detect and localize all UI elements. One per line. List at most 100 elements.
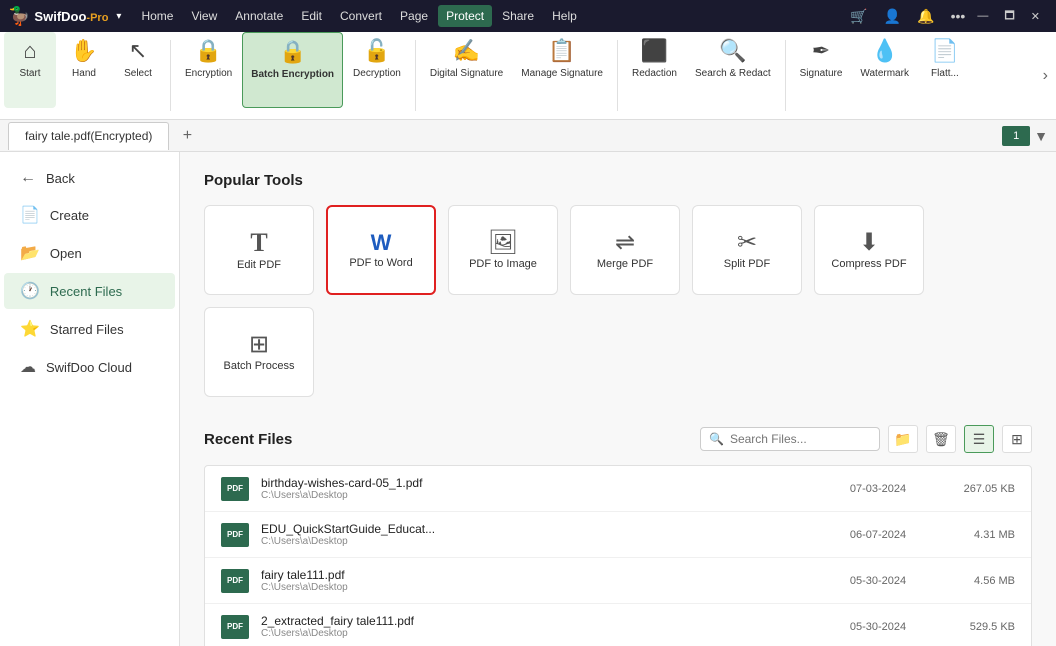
minimize-button[interactable]: — [969,7,996,25]
ribbon-more[interactable]: › [1039,32,1052,119]
sidebar-item-cloud[interactable]: ☁ SwifDoo Cloud [4,349,175,385]
tool-compress-pdf[interactable]: ⬇ Compress PDF [814,205,924,295]
file-row[interactable]: PDF fairy tale111.pdf C:\Users\a\Desktop… [205,558,1031,604]
ribbon-redaction[interactable]: ⬛ Redaction [624,32,685,108]
sidebar-item-starred-files[interactable]: ⭐ Starred Files [4,311,175,347]
ribbon-decryption[interactable]: 🔓 Decryption [345,32,409,108]
pdf-to-word-icon: W [371,230,392,256]
sidebar-item-recent-files-label: Recent Files [50,284,122,299]
recent-files-icon: 🕐 [20,281,40,301]
ribbon-start[interactable]: ⌂ Start [4,32,56,108]
signature-icon: ✒ [812,38,830,64]
file-row[interactable]: PDF birthday-wishes-card-05_1.pdf C:\Use… [205,466,1031,512]
recent-files-header: Recent Files 🔍 📁 🗑 ☰ ⊞ [204,425,1032,453]
menu-help[interactable]: Help [544,5,585,27]
compress-pdf-label: Compress PDF [831,257,906,271]
tool-pdf-to-image[interactable]: 🖼 PDF to Image [448,205,558,295]
menu-home[interactable]: Home [133,5,181,27]
tab-bar: fairy tale.pdf(Encrypted) + 1 ▼ [0,120,1056,152]
cart-icon[interactable]: 🛒 [846,6,871,27]
menu-convert[interactable]: Convert [332,5,390,27]
ribbon-manage-signature-label: Manage Signature [521,68,603,80]
ribbon-search-redact[interactable]: 🔍 Search & Redact [687,32,779,108]
close-button[interactable]: ✕ [1023,7,1048,26]
file-path: C:\Users\a\Desktop [261,582,821,593]
file-info: EDU_QuickStartGuide_Educat... C:\Users\a… [261,522,821,547]
ribbon-batch-encryption-label: Batch Encryption [251,69,334,81]
pdf-to-image-label: PDF to Image [469,257,537,271]
tab-add-button[interactable]: + [173,122,201,150]
file-size: 529.5 KB [935,621,1015,633]
ribbon-batch-encryption[interactable]: 🔒 Batch Encryption [242,32,343,108]
pdf-to-word-label: PDF to Word [349,256,412,270]
app-dropdown[interactable]: ▾ [116,11,121,22]
file-grid-view-button[interactable]: ⊞ [1002,425,1032,453]
ribbon-items: ⌂ Start ✋ Hand ↖ Select 🔒 Encryption 🔒 B… [4,32,1039,119]
user-icon[interactable]: 👤 [880,6,905,27]
menu-protect[interactable]: Protect [438,5,492,27]
sidebar-item-starred-files-label: Starred Files [50,322,124,337]
ribbon-digital-signature[interactable]: ✍ Digital Signature [422,32,511,108]
file-path: C:\Users\a\Desktop [261,490,821,501]
notification-icon[interactable]: 🔔 [913,6,938,27]
tab-nav-up[interactable]: ▼ [1034,128,1048,144]
maximize-button[interactable]: 🗖 [996,4,1022,29]
file-name: fairy tale111.pdf [261,568,821,582]
ribbon-flatten[interactable]: 📄 Flatt... [919,32,971,108]
ribbon-digital-signature-label: Digital Signature [430,68,503,80]
menu-page[interactable]: Page [392,5,436,27]
sidebar-item-create[interactable]: 📄 Create [4,197,175,233]
menu-edit[interactable]: Edit [293,5,330,27]
ribbon-watermark[interactable]: 💧 Watermark [852,32,917,108]
menu-share[interactable]: Share [494,5,542,27]
file-delete-button[interactable]: 🗑 [926,425,956,453]
ribbon-start-label: Start [19,68,40,80]
ribbon-divider2 [415,40,416,111]
tool-batch-process[interactable]: ⊞ Batch Process [204,307,314,397]
ribbon-signature-label: Signature [800,68,843,80]
tab-fairy-tale[interactable]: fairy tale.pdf(Encrypted) [8,122,169,150]
ribbon-hand[interactable]: ✋ Hand [58,32,110,108]
digital-signature-icon: ✍ [453,38,480,64]
pdf-to-image-icon: 🖼 [488,228,518,257]
tool-edit-pdf[interactable]: T Edit PDF [204,205,314,295]
tool-split-pdf[interactable]: ✂ Split PDF [692,205,802,295]
menu-annotate[interactable]: Annotate [227,5,291,27]
merge-pdf-label: Merge PDF [597,257,653,271]
ribbon-decryption-label: Decryption [353,68,401,80]
sidebar-item-back[interactable]: ← Back [4,161,175,195]
title-bar: 🦆 SwifDoo-Pro ▾ Home View Annotate Edit … [0,0,1056,32]
file-path: C:\Users\a\Desktop [261,628,821,639]
more-icon[interactable]: ••• [947,6,970,26]
back-icon: ← [20,169,36,187]
file-size: 4.56 MB [935,575,1015,587]
batch-encryption-icon: 🔒 [279,39,306,65]
search-redact-icon: 🔍 [719,38,746,64]
file-actions: 📁 🗑 ☰ ⊞ [888,425,1032,453]
ribbon-signature[interactable]: ✒ Signature [792,32,851,108]
ribbon-select[interactable]: ↖ Select [112,32,164,108]
file-open-button[interactable]: 📁 [888,425,918,453]
edit-pdf-label: Edit PDF [237,258,281,272]
ribbon-manage-signature[interactable]: 📋 Manage Signature [513,32,611,108]
open-icon: 📂 [20,243,40,263]
tool-merge-pdf[interactable]: ⇌ Merge PDF [570,205,680,295]
tool-pdf-to-word[interactable]: W PDF to Word [326,205,436,295]
file-list-view-button[interactable]: ☰ [964,425,994,453]
ribbon: ⌂ Start ✋ Hand ↖ Select 🔒 Encryption 🔒 B… [0,32,1056,120]
page-number: 1 [1002,126,1030,146]
sidebar-item-open[interactable]: 📂 Open [4,235,175,271]
ribbon-divider [170,40,171,111]
file-row[interactable]: PDF 2_extracted_fairy tale111.pdf C:\Use… [205,604,1031,646]
sidebar-item-recent-files[interactable]: 🕐 Recent Files [4,273,175,309]
file-path: C:\Users\a\Desktop [261,536,821,547]
ribbon-encryption[interactable]: 🔒 Encryption [177,32,240,108]
file-row[interactable]: PDF EDU_QuickStartGuide_Educat... C:\Use… [205,512,1031,558]
menu-bar: Home View Annotate Edit Convert Page Pro… [133,5,584,27]
popular-tools-section: Popular Tools T Edit PDF W PDF to Word 🖼… [204,172,1032,397]
file-info: birthday-wishes-card-05_1.pdf C:\Users\a… [261,476,821,501]
menu-view[interactable]: View [183,5,225,27]
search-box[interactable]: 🔍 [700,427,880,451]
search-input[interactable] [730,432,871,446]
recent-files-section: Recent Files 🔍 📁 🗑 ☰ ⊞ PDF birthday-wish… [204,425,1032,646]
